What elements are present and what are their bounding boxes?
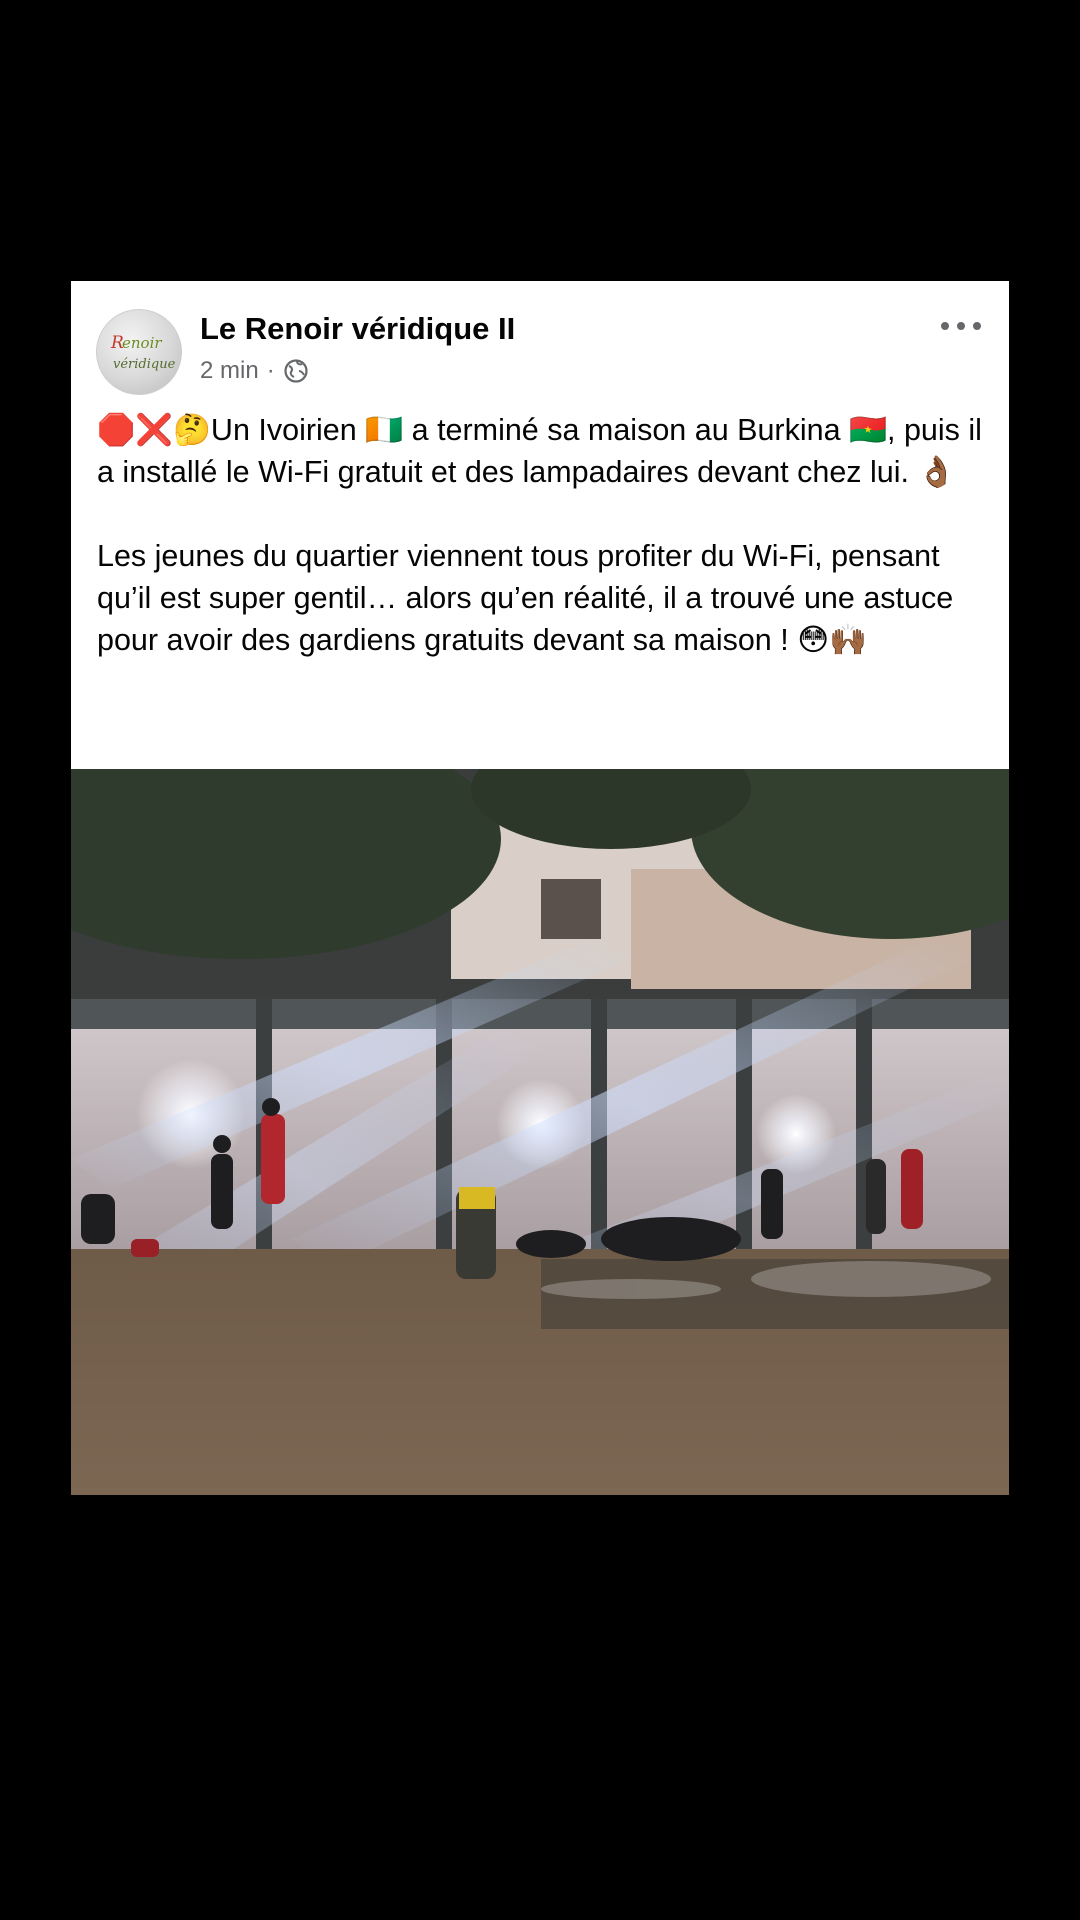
avatar-logo: R enoir véridique	[110, 333, 176, 372]
post-card: R enoir véridique Le Renoir véridique II…	[71, 281, 1009, 769]
globe-icon[interactable]	[283, 358, 309, 384]
author-name[interactable]: Le Renoir véridique II	[200, 311, 515, 347]
post-time[interactable]: 2 min	[200, 357, 259, 385]
svg-text:véridique: véridique	[113, 357, 176, 372]
meta-separator: ·	[266, 357, 275, 384]
more-options-button[interactable]	[941, 319, 981, 333]
night-street-scene	[71, 769, 1009, 1495]
more-dot	[973, 322, 981, 330]
post-paragraph-2: Les jeunes du quartier viennent tous pro…	[97, 539, 954, 657]
avatar[interactable]: R enoir véridique	[96, 309, 182, 395]
post-text: 🛑❌🤔Un Ivoirien 🇨🇮 a terminé sa maison au…	[97, 409, 987, 661]
post-meta: 2 min ·	[200, 357, 309, 385]
svg-text:enoir: enoir	[122, 334, 162, 352]
more-dot	[957, 322, 965, 330]
post-photo[interactable]	[71, 769, 1009, 1495]
post-paragraph-1: 🛑❌🤔Un Ivoirien 🇨🇮 a terminé sa maison au…	[97, 413, 982, 489]
more-dot	[941, 322, 949, 330]
